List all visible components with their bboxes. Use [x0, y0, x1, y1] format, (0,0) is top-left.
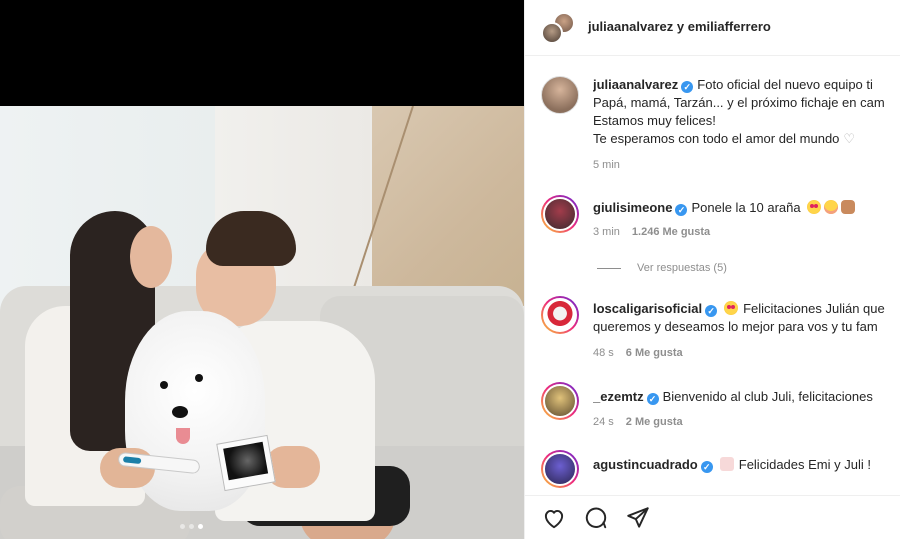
comment-body: Felicidades Emi y Juli !	[738, 457, 871, 472]
comment-text: agustincuadrado ✓ Felicidades Emi y Juli !	[593, 456, 900, 474]
comment-likes[interactable]: 1.246 Me gusta	[632, 226, 710, 238]
comment-body: queremos y deseamos lo mejor para vos y …	[593, 319, 878, 334]
heart-eyes-emoji-icon	[724, 301, 739, 315]
caption: juliaanalvarez ✓ Foto oficial del nuevo eq…	[541, 76, 900, 176]
comment: giulisimeone ✓ Ponele la 10 araña 3 min 1.2…	[541, 195, 900, 255]
caption-line: Papá, mamá, Tarzán... y el próximo ficha…	[593, 95, 885, 110]
comment-body: Ponele la 10 araña	[691, 200, 801, 215]
avatar	[541, 22, 563, 44]
comment-bubble-icon[interactable]	[583, 505, 609, 531]
comment-likes[interactable]: 6 Me gusta	[626, 347, 683, 359]
comment-username[interactable]: loscaligarisoficial	[593, 301, 702, 316]
photo-ultrasound	[216, 434, 276, 492]
comment-username[interactable]: agustincuadrado	[593, 457, 698, 472]
comment-text: loscaligarisoficial ✓ Felicitaciones Juliá…	[593, 300, 900, 336]
comment-text: giulisimeone ✓ Ponele la 10 araña	[593, 199, 900, 217]
photo-dog-eye	[160, 381, 168, 389]
comment-text: _ezemtz ✓ Bienvenido al club Juli, felicit…	[593, 388, 900, 406]
blush-emoji-icon	[824, 200, 839, 214]
carousel-dot	[189, 524, 194, 529]
verified-badge-icon: ✓	[705, 305, 718, 317]
caption-line: Foto oficial del nuevo equipo ti	[697, 77, 873, 92]
gift-emoji-icon	[719, 457, 734, 471]
avatar[interactable]	[541, 76, 579, 114]
verified-badge-icon: ✓	[700, 461, 713, 473]
post-authors[interactable]: juliaanalvarez y emiliafferrero	[588, 19, 771, 34]
post-media[interactable]	[0, 0, 524, 539]
raised-hands-emoji-icon	[841, 200, 856, 214]
view-replies-button[interactable]: Ver respuestas (5)	[597, 262, 727, 274]
paper-plane-icon[interactable]	[625, 505, 651, 531]
heart-outline-icon[interactable]	[541, 505, 567, 531]
verified-badge-icon: ✓	[681, 81, 694, 93]
post-photo[interactable]	[0, 106, 524, 539]
heart-eyes-emoji-icon	[807, 200, 822, 214]
photo-dog-nose	[172, 406, 188, 418]
comment: agustincuadrado ✓ Felicidades Emi y Juli !	[541, 450, 900, 495]
photo-wall-art	[372, 106, 524, 306]
photo-dog-tongue	[176, 428, 190, 444]
verified-badge-icon: ✓	[646, 393, 659, 405]
comment: loscaligarisoficial ✓ Felicitaciones Juliá…	[541, 296, 900, 366]
carousel-dots	[180, 524, 203, 529]
comment-meta: 24 s 2 Me gusta	[593, 416, 683, 428]
avatar[interactable]	[541, 450, 579, 488]
comment-meta: 48 s 6 Me gusta	[593, 347, 683, 359]
caption-username[interactable]: juliaanalvarez	[593, 77, 678, 92]
caption-line: Te esperamos con todo el amor del mundo	[593, 131, 840, 146]
avatar[interactable]	[541, 296, 579, 334]
comment-time: 24 s	[593, 416, 614, 428]
carousel-dot	[180, 524, 185, 529]
verified-badge-icon: ✓	[675, 204, 688, 216]
comment-meta: 3 min 1.246 Me gusta	[593, 226, 710, 238]
avatar[interactable]	[541, 195, 579, 233]
comment-time: 3 min	[593, 226, 620, 238]
comment-username[interactable]: _ezemtz	[593, 389, 644, 404]
comment: _ezemtz ✓ Bienvenido al club Juli, felicit…	[541, 382, 900, 432]
replies-line	[597, 267, 621, 269]
replies-label: Ver respuestas (5)	[637, 262, 727, 274]
caption-text: juliaanalvarez ✓ Foto oficial del nuevo eq…	[593, 76, 900, 148]
comment-likes[interactable]: 2 Me gusta	[626, 416, 683, 428]
comment-body: Bienvenido al club Juli, felicitaciones	[662, 389, 873, 404]
comment-username[interactable]: giulisimeone	[593, 200, 672, 215]
avatar[interactable]	[541, 382, 579, 420]
comments-panel: juliaanalvarez y emiliafferrero juliaana…	[524, 0, 900, 539]
media-letterbox	[0, 0, 524, 106]
comment-body: Felicitaciones Julián que	[743, 301, 885, 316]
caption-line: Estamos muy felices!	[593, 113, 716, 128]
post-header: juliaanalvarez y emiliafferrero	[525, 0, 900, 56]
photo-woman-face	[130, 226, 172, 288]
photo-dog-eye	[195, 374, 203, 382]
white-heart-icon: ♡	[843, 131, 856, 146]
caption-time: 5 min	[593, 159, 620, 171]
carousel-dot-active	[198, 524, 203, 529]
photo-man-hair	[206, 211, 296, 266]
comment-time: 48 s	[593, 347, 614, 359]
action-bar	[525, 495, 900, 539]
collab-avatar[interactable]	[541, 12, 575, 46]
